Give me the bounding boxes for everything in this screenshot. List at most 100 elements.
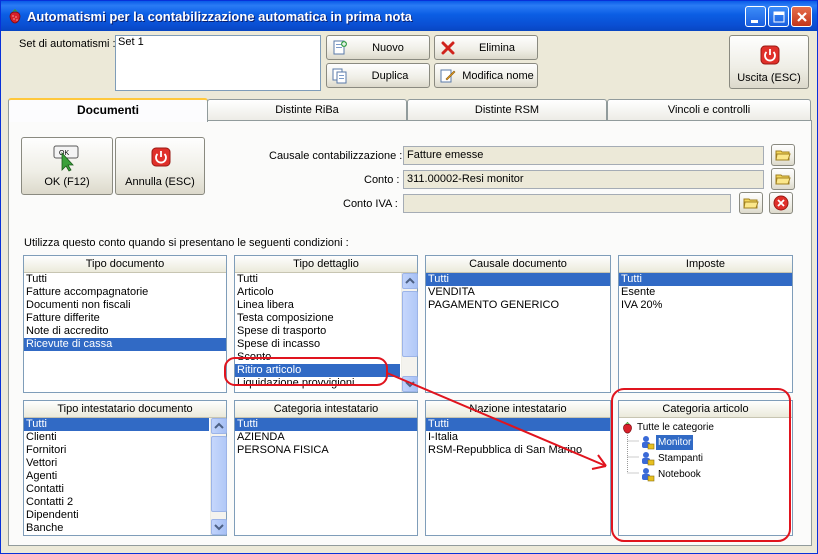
list-item[interactable]: Fatture accompagnatorie [24,286,226,299]
ok-cursor-icon: OK [53,145,79,172]
list-item[interactable]: Vettori [24,457,209,470]
tipo-documento-list[interactable]: Tipo documento Tutti Fatture accompagnat… [23,255,227,393]
tipo-intestatario-header: Tipo intestatario documento [24,401,226,418]
nazione-intestatario-list[interactable]: Nazione intestatario Tutti I-Italia RSM-… [425,400,611,536]
list-item[interactable]: Banche [24,522,209,535]
scroll-up-button[interactable] [211,418,227,434]
imposte-list[interactable]: Imposte Tutti Esente IVA 20% [618,255,793,393]
categoria-articolo-header: Categoria articolo [619,401,792,418]
categoria-intestatario-rows: Tutti AZIENDA PERSONA FISICA [235,418,417,535]
list-item[interactable]: Dipendenti [24,509,209,522]
list-item[interactable]: Testa composizione [235,312,400,325]
modifica-nome-button[interactable]: Modifica nome [434,63,538,88]
list-item[interactable]: Documenti non fiscali [24,299,226,312]
close-icon [797,12,807,22]
nuovo-button[interactable]: Nuovo [326,35,430,60]
tab-strip: Documenti Distinte RiBa Distinte RSM Vin… [8,98,812,122]
list-item[interactable]: Esente [619,286,792,299]
list-item[interactable]: PERSONA FISICA [235,444,417,457]
nazione-intestatario-header: Nazione intestatario [426,401,610,418]
tipo-intestatario-rows: Tutti Clienti Fornitori Vettori Agenti C… [24,418,209,535]
list-item[interactable]: Tutti [426,418,610,431]
conto-iva-clear-button[interactable] [769,192,793,214]
main-window: Automatismi per la contabilizzazione aut… [0,0,818,554]
maximize-button[interactable] [768,6,789,27]
scroll-up-button[interactable] [402,273,418,289]
list-item[interactable]: Articolo [235,286,400,299]
causale-field[interactable]: Fatture emesse [403,146,764,165]
folder-icon [775,150,791,161]
list-item[interactable]: Agenti [24,470,209,483]
conto-iva-browse-button[interactable] [739,192,763,214]
scroll-down-button[interactable] [211,519,227,535]
list-item[interactable]: Ritiro articolo [235,364,400,377]
annulla-button[interactable]: Annulla (ESC) [115,137,205,195]
list-item[interactable]: Note di accredito [24,325,226,338]
list-item[interactable]: Spese di trasporto [235,325,400,338]
list-item[interactable]: RSM-Repubblica di San Marino [426,444,610,457]
tab-distinte-rsm[interactable]: Distinte RSM [407,99,607,121]
list-item[interactable]: Fatture differite [24,312,226,325]
list-item[interactable]: Ricevute di cassa [24,338,226,351]
list-item[interactable]: Tutti [24,418,209,431]
list-item[interactable]: Tutti [235,273,400,286]
tipo-dettaglio-scrollbar[interactable] [401,273,418,392]
category-icon [642,436,655,450]
tree-item-label: Notebook [658,469,701,480]
list-item[interactable]: Tutti [235,418,417,431]
title-bar[interactable]: Automatismi per la contabilizzazione aut… [1,1,817,31]
tab-distinte-riba[interactable]: Distinte RiBa [207,99,407,121]
list-item[interactable]: I-Italia [426,431,610,444]
list-item[interactable]: Tutti [426,273,610,286]
categoria-articolo-tree[interactable]: Categoria articolo Tutte le categorie Mo… [618,400,793,536]
window-title: Automatismi per la contabilizzazione aut… [27,9,413,24]
set-listbox[interactable]: Set 1 [115,35,321,91]
list-item[interactable]: Fornitori [24,444,209,457]
tab-vincoli-controlli[interactable]: Vincoli e controlli [607,99,811,121]
list-item[interactable]: IVA 20% [619,299,792,312]
list-item[interactable]: Tutti [619,273,792,286]
imposte-rows: Tutti Esente IVA 20% [619,273,792,392]
list-item[interactable]: Clienti [24,431,209,444]
conditions-text: Utilizza questo conto quando si presenta… [24,237,349,249]
chevron-up-icon [405,277,415,284]
tree-item-label: Monitor [656,435,694,450]
conto-iva-field[interactable] [403,194,731,213]
duplica-button[interactable]: Duplica [326,63,430,88]
conto-field[interactable]: 311.00002-Resi monitor [403,170,764,189]
tipo-documento-header: Tipo documento [24,256,226,273]
list-item[interactable]: PAGAMENTO GENERICO [426,299,610,312]
list-item[interactable]: Contatti [24,483,209,496]
list-item[interactable]: Tutti [24,273,226,286]
list-item[interactable]: Liquidazione provvigioni [235,377,400,390]
scroll-down-button[interactable] [402,376,418,392]
tipo-dettaglio-list[interactable]: Tipo dettaglio Tutti Articolo Linea libe… [234,255,418,393]
close-window-button[interactable] [791,6,812,27]
tipo-intestatario-scrollbar[interactable] [210,418,227,535]
elimina-button[interactable]: Elimina [434,35,538,60]
list-item[interactable]: Contatti 2 [24,496,209,509]
ok-button[interactable]: OK OK (F12) [21,137,113,195]
list-item[interactable]: VENDITA [426,286,610,299]
list-item[interactable]: Linea libera [235,299,400,312]
elimina-label: Elimina [478,42,516,54]
tab-documenti[interactable]: Documenti [8,98,208,122]
conto-iva-label: Conto IVA : [343,198,398,210]
set-item[interactable]: Set 1 [116,36,320,49]
uscita-button[interactable]: Uscita (ESC) [729,35,809,89]
folder-icon [743,198,759,209]
categoria-intestatario-list[interactable]: Categoria intestatario Tutti AZIENDA PER… [234,400,418,536]
tree-item-label: Stampanti [658,453,704,464]
scroll-thumb[interactable] [211,436,227,512]
list-item[interactable]: Spese di incasso [235,338,400,351]
conto-browse-button[interactable] [771,168,795,190]
list-item[interactable]: AZIENDA [235,431,417,444]
tipo-intestatario-list[interactable]: Tipo intestatario documento Tutti Client… [23,400,227,536]
causale-documento-list[interactable]: Causale documento Tutti VENDITA PAGAMENT… [425,255,611,393]
causale-browse-button[interactable] [771,144,795,166]
scroll-thumb[interactable] [402,291,418,357]
category-icon [642,452,655,466]
modifica-nome-label: Modifica nome [462,70,534,82]
minimize-button[interactable] [745,6,766,27]
list-item[interactable]: Sconto [235,351,400,364]
